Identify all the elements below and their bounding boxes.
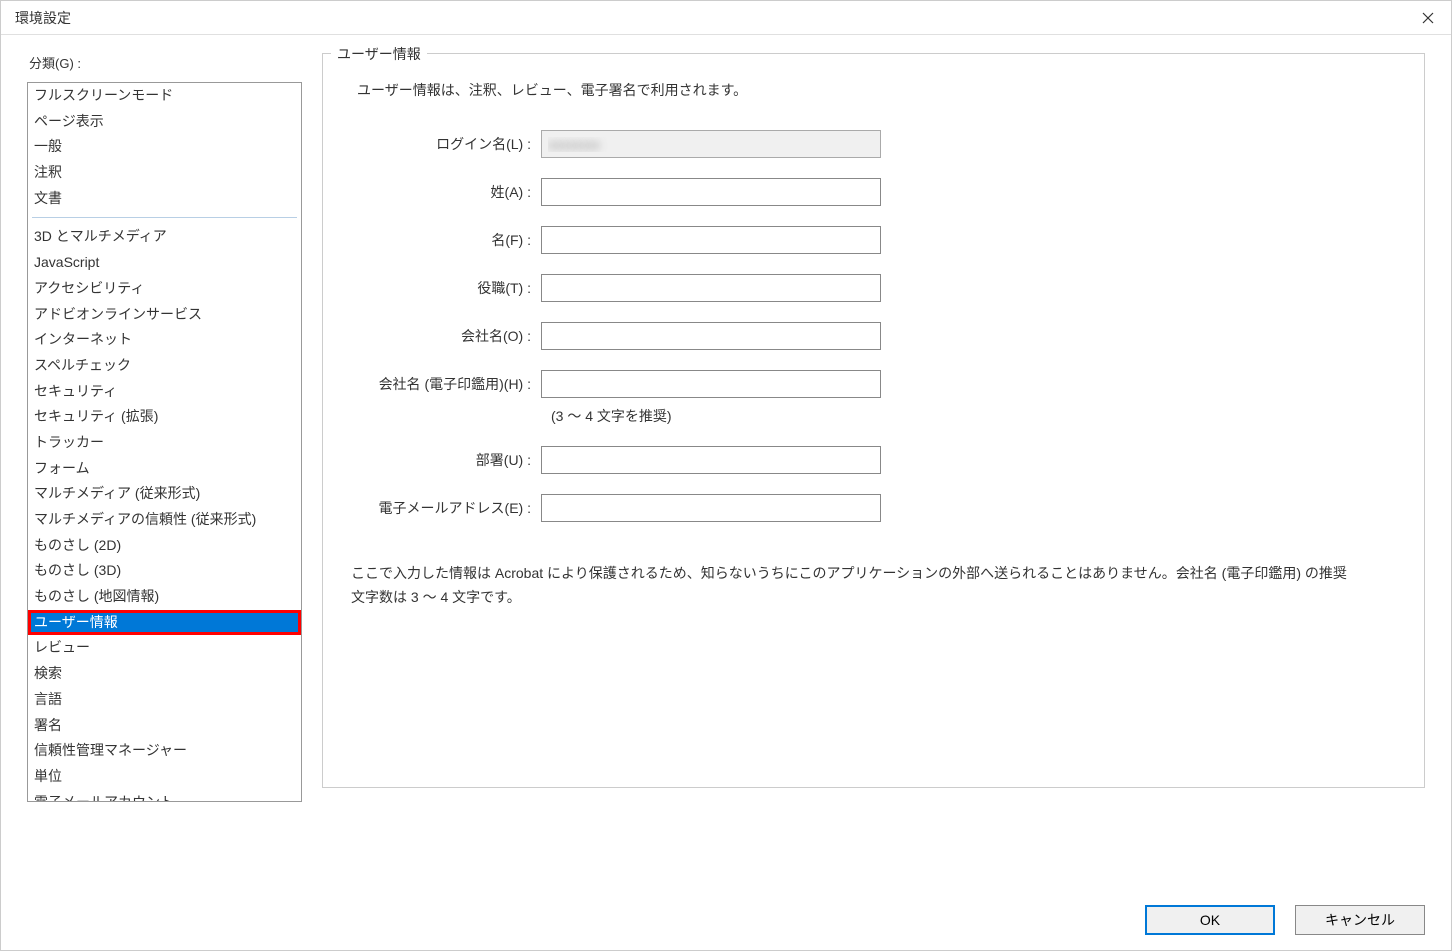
email-input[interactable]	[541, 494, 881, 522]
department-input[interactable]	[541, 446, 881, 474]
row-firstname: 名(F) :	[351, 226, 1396, 254]
category-item[interactable]: 言語	[28, 687, 301, 713]
company-input[interactable]	[541, 322, 881, 350]
row-email: 電子メールアドレス(E) :	[351, 494, 1396, 522]
category-label: 分類(G) :	[27, 53, 302, 72]
category-item[interactable]: アクセシビリティ	[28, 276, 301, 302]
category-item[interactable]: セキュリティ (拡張)	[28, 404, 301, 430]
dialog-title: 環境設定	[15, 8, 71, 28]
row-company: 会社名(O) :	[351, 322, 1396, 350]
category-item[interactable]: 一般	[28, 134, 301, 160]
category-item[interactable]: フォーム	[28, 456, 301, 482]
row-department: 部署(U) :	[351, 446, 1396, 474]
category-item[interactable]: 信頼性管理マネージャー	[28, 738, 301, 764]
category-list[interactable]: フルスクリーンモードページ表示一般注釈文書 3D とマルチメディアJavaScri…	[27, 82, 302, 802]
category-item[interactable]: スペルチェック	[28, 353, 301, 379]
category-item[interactable]: 署名	[28, 713, 301, 739]
category-item[interactable]: インターネット	[28, 327, 301, 353]
company-seal-hint: (3 〜 4 文字を推奨)	[551, 406, 1396, 426]
ok-button[interactable]: OK	[1145, 905, 1275, 935]
label-company: 会社名(O) :	[351, 326, 541, 346]
fieldset-legend: ユーザー情報	[331, 44, 427, 64]
title-input[interactable]	[541, 274, 881, 302]
lastname-input[interactable]	[541, 178, 881, 206]
category-item[interactable]: マルチメディア (従来形式)	[28, 481, 301, 507]
row-company-seal: 会社名 (電子印鑑用)(H) :	[351, 370, 1396, 398]
category-item[interactable]: JavaScript	[28, 250, 301, 276]
label-title: 役職(T) :	[351, 278, 541, 298]
category-item[interactable]: ものさし (2D)	[28, 533, 301, 559]
category-item[interactable]: 電子メールアカウント	[28, 790, 301, 802]
user-info-fieldset: ユーザー情報 ユーザー情報は、注釈、レビュー、電子署名で利用されます。 ログイン…	[322, 53, 1425, 788]
category-item[interactable]: 文書	[28, 186, 301, 212]
category-item[interactable]: ものさし (地図情報)	[28, 584, 301, 610]
label-login: ログイン名(L) :	[351, 134, 541, 154]
category-item[interactable]: 注釈	[28, 160, 301, 186]
category-item[interactable]: ユーザー情報	[28, 610, 301, 636]
category-item[interactable]: アドビオンラインサービス	[28, 302, 301, 328]
company-seal-input[interactable]	[541, 370, 881, 398]
sidebar: 分類(G) : フルスクリーンモードページ表示一般注釈文書 3D とマルチメディア…	[27, 53, 302, 890]
panel-description: ユーザー情報は、注釈、レビュー、電子署名で利用されます。	[357, 80, 1396, 100]
close-icon	[1422, 12, 1434, 24]
category-item[interactable]: マルチメディアの信頼性 (従来形式)	[28, 507, 301, 533]
category-item[interactable]: レビュー	[28, 635, 301, 661]
cancel-button[interactable]: キャンセル	[1295, 905, 1425, 935]
category-item[interactable]: 3D とマルチメディア	[28, 224, 301, 250]
category-item[interactable]: トラッカー	[28, 430, 301, 456]
category-item[interactable]: 検索	[28, 661, 301, 687]
row-title: 役職(T) :	[351, 274, 1396, 302]
row-lastname: 姓(A) :	[351, 178, 1396, 206]
category-item[interactable]: フルスクリーンモード	[28, 83, 301, 109]
preferences-dialog: 環境設定 分類(G) : フルスクリーンモードページ表示一般注釈文書 3D とマル…	[0, 0, 1452, 951]
label-email: 電子メールアドレス(E) :	[351, 498, 541, 518]
panel-note: ここで入力した情報は Acrobat により保護されるため、知らないうちにこのア…	[351, 562, 1396, 610]
dialog-content: 分類(G) : フルスクリーンモードページ表示一般注釈文書 3D とマルチメディア…	[1, 35, 1451, 890]
row-login: ログイン名(L) :	[351, 130, 1396, 158]
category-item[interactable]: ページ表示	[28, 109, 301, 135]
label-department: 部署(U) :	[351, 450, 541, 470]
close-button[interactable]	[1405, 1, 1451, 35]
label-lastname: 姓(A) :	[351, 182, 541, 202]
main-panel: ユーザー情報 ユーザー情報は、注釈、レビュー、電子署名で利用されます。 ログイン…	[322, 53, 1425, 890]
firstname-input[interactable]	[541, 226, 881, 254]
category-item[interactable]: ものさし (3D)	[28, 558, 301, 584]
label-firstname: 名(F) :	[351, 230, 541, 250]
titlebar: 環境設定	[1, 1, 1451, 35]
category-item[interactable]: 単位	[28, 764, 301, 790]
login-input	[541, 130, 881, 158]
category-divider	[32, 217, 297, 218]
dialog-footer: OK キャンセル	[1, 890, 1451, 950]
category-item[interactable]: セキュリティ	[28, 379, 301, 405]
label-company-seal: 会社名 (電子印鑑用)(H) :	[351, 374, 541, 394]
